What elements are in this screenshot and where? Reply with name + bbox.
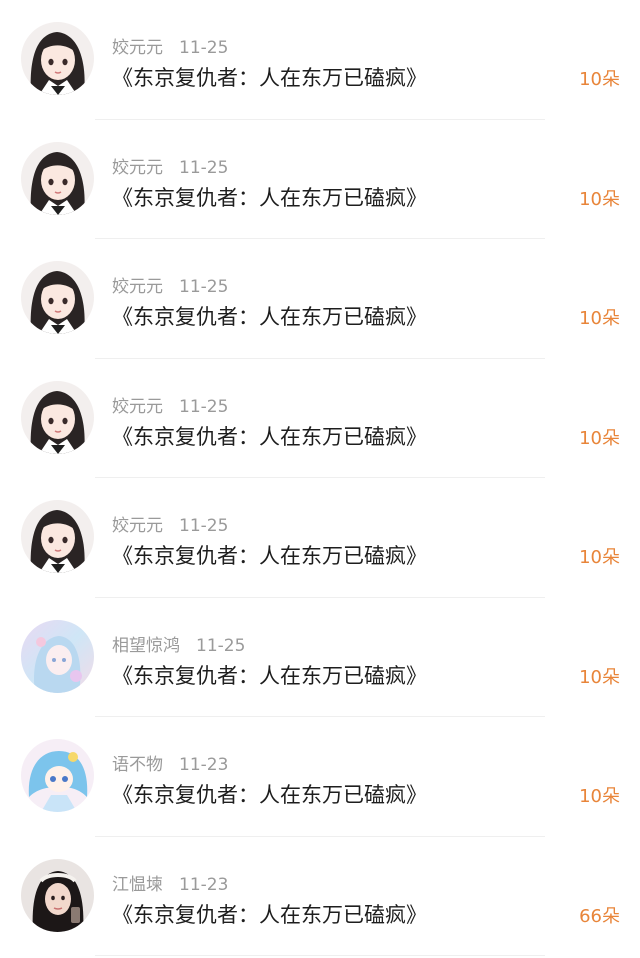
date: 11-23	[179, 755, 229, 775]
meta-line: 姣元元 11-25	[112, 153, 228, 178]
flower-amount: 66朵	[579, 905, 620, 927]
book-title[interactable]: 《东京复仇者：人在东万已磕疯》	[112, 540, 427, 570]
list-item[interactable]: 姣元元 11-25 《东京复仇者：人在东万已磕疯》 10朵	[0, 120, 640, 240]
avatar[interactable]	[21, 261, 94, 334]
girl-dark-hair-avatar-icon	[21, 141, 94, 215]
meta-line: 语不物 11-23	[112, 750, 228, 775]
username[interactable]: 江愠堜	[112, 875, 163, 895]
pastel-anime-avatar-icon	[21, 619, 94, 693]
avatar[interactable]	[21, 500, 94, 573]
girl-dark-hair-avatar-icon	[21, 500, 94, 573]
username[interactable]: 姣元元	[112, 38, 163, 58]
avatar[interactable]	[21, 739, 94, 812]
avatar[interactable]	[21, 858, 94, 932]
list-item[interactable]: 姣元元 11-25 《东京复仇者：人在东万已磕疯》 10朵	[0, 478, 640, 598]
meta-line: 相望惊鸿 11-25	[112, 631, 245, 656]
blue-hair-anime-avatar-icon	[21, 739, 94, 812]
list-item[interactable]: 江愠堜 11-23 《东京复仇者：人在东万已磕疯》 66朵	[0, 837, 640, 957]
flower-amount: 10朵	[579, 666, 620, 688]
avatar[interactable]	[21, 141, 94, 215]
list-item[interactable]: 相望惊鸿 11-25 《东京复仇者：人在东万已磕疯》 10朵	[0, 598, 640, 718]
book-title[interactable]: 《东京复仇者：人在东万已磕疯》	[112, 301, 427, 331]
username[interactable]: 相望惊鸿	[112, 636, 180, 656]
username[interactable]: 姣元元	[112, 158, 163, 178]
date: 11-25	[179, 277, 229, 297]
book-title[interactable]: 《东京复仇者：人在东万已磕疯》	[112, 182, 427, 212]
list-item[interactable]: 姣元元 11-25 《东京复仇者：人在东万已磕疯》 10朵	[0, 239, 640, 359]
date: 11-25	[179, 516, 229, 536]
flower-amount: 10朵	[579, 188, 620, 210]
date: 11-25	[179, 38, 229, 58]
girl-dark-hair-avatar-icon	[21, 22, 94, 95]
date: 11-23	[179, 874, 229, 895]
meta-line: 姣元元 11-25	[112, 33, 228, 58]
avatar[interactable]	[21, 619, 94, 693]
girl-dark-hair-avatar-icon	[21, 380, 94, 454]
list-item[interactable]: 姣元元 11-25 《东京复仇者：人在东万已磕疯》 10朵	[0, 359, 640, 479]
avatar[interactable]	[21, 22, 94, 95]
girl-dark-hair-avatar-icon	[21, 261, 94, 334]
flower-amount: 10朵	[579, 308, 620, 329]
gift-list: 姣元元 11-25 《东京复仇者：人在东万已磕疯》 10朵 姣元元 11-25 《东…	[0, 0, 640, 956]
date: 11-25	[179, 157, 229, 178]
meta-line: 姣元元 11-25	[112, 272, 228, 297]
meta-line: 江愠堜 11-23	[112, 870, 228, 895]
date: 11-25	[179, 396, 229, 417]
photo-girl-avatar-icon	[21, 858, 94, 932]
flower-amount: 10朵	[579, 69, 620, 90]
username[interactable]: 姣元元	[112, 277, 163, 297]
flower-amount: 10朵	[579, 427, 620, 449]
username[interactable]: 姣元元	[112, 397, 163, 417]
book-title[interactable]: 《东京复仇者：人在东万已磕疯》	[112, 779, 427, 809]
meta-line: 姣元元 11-25	[112, 511, 228, 536]
book-title[interactable]: 《东京复仇者：人在东万已磕疯》	[112, 899, 427, 929]
date: 11-25	[196, 635, 246, 656]
username[interactable]: 姣元元	[112, 516, 163, 536]
book-title[interactable]: 《东京复仇者：人在东万已磕疯》	[112, 62, 427, 92]
list-item[interactable]: 语不物 11-23 《东京复仇者：人在东万已磕疯》 10朵	[0, 717, 640, 837]
list-item[interactable]: 姣元元 11-25 《东京复仇者：人在东万已磕疯》 10朵	[0, 0, 640, 120]
book-title[interactable]: 《东京复仇者：人在东万已磕疯》	[112, 421, 427, 451]
flower-amount: 10朵	[579, 547, 620, 568]
book-title[interactable]: 《东京复仇者：人在东万已磕疯》	[112, 660, 427, 690]
meta-line: 姣元元 11-25	[112, 392, 228, 417]
flower-amount: 10朵	[579, 786, 620, 807]
avatar[interactable]	[21, 380, 94, 454]
username[interactable]: 语不物	[112, 755, 163, 775]
